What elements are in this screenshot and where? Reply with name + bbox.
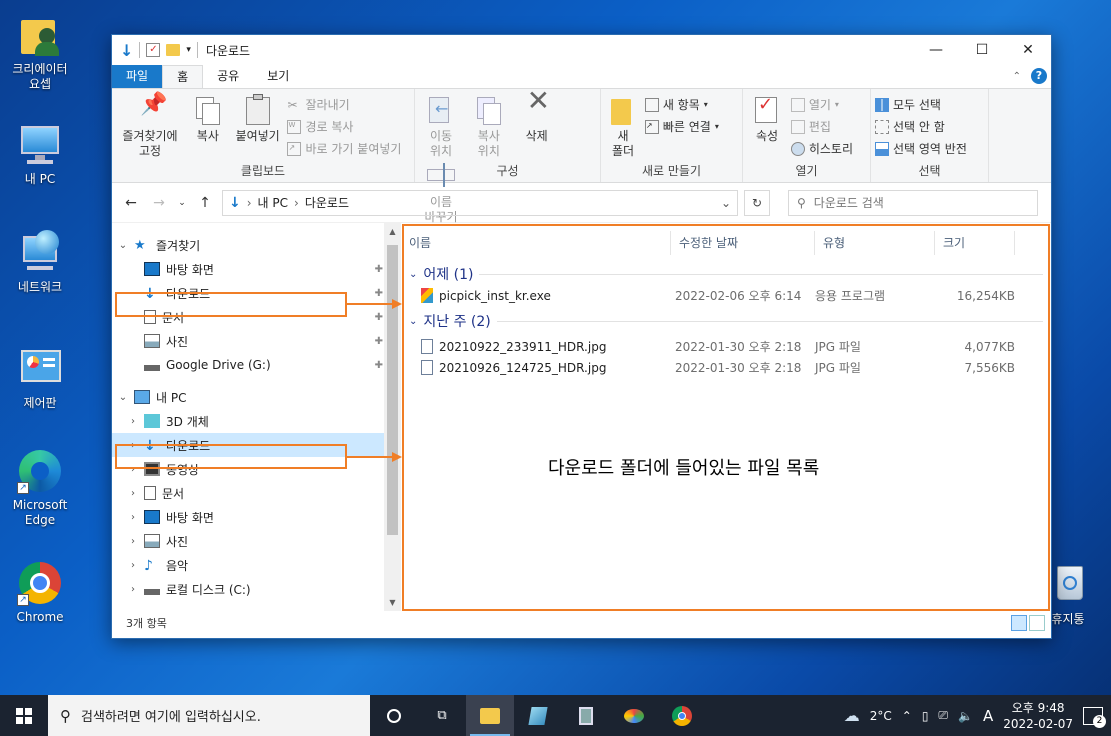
chrome-icon [672, 705, 692, 726]
volume-icon[interactable]: 🔈 [958, 709, 973, 723]
weather-temp[interactable]: 2°C [870, 709, 892, 723]
battery-icon[interactable]: ▯ [922, 709, 929, 723]
annotation-text: 다운로드 폴더에 들어있는 파일 목록 [548, 458, 820, 479]
clock-time: 오후 9:48 [1011, 700, 1065, 715]
taskbar-file-explorer[interactable] [466, 695, 514, 736]
notification-count-badge: 2 [1093, 714, 1106, 728]
task-view-icon: ⧉ [437, 708, 447, 723]
taskbar-app-calculator[interactable] [562, 695, 610, 736]
taskbar-search-box[interactable]: ⚲ 검색하려면 여기에 입력하십시오. [48, 695, 370, 736]
system-tray: ☁ 2°C ⌃ ▯ ⎚ 🔈 A 오후 9:48 2022-02-07 2 [844, 700, 1111, 732]
taskbar-app-notepad[interactable] [514, 695, 562, 736]
taskbar: ⚲ 검색하려면 여기에 입력하십시오. ⧉ ☁ 2°C ⌃ ▯ ⎚ 🔈 A 오후… [0, 695, 1111, 736]
taskbar-app-paint[interactable] [610, 695, 658, 736]
notification-center-button[interactable]: 2 [1083, 706, 1106, 728]
arrow-head-upper [392, 299, 402, 309]
show-hidden-icons-chevron-icon[interactable]: ⌃ [902, 709, 912, 723]
windows-logo-icon [16, 707, 32, 724]
calculator-icon [579, 706, 593, 725]
ime-indicator[interactable]: A [983, 707, 993, 725]
start-button[interactable] [0, 695, 48, 736]
network-icon[interactable]: ⎚ [938, 708, 948, 723]
weather-cloud-icon[interactable]: ☁ [844, 706, 860, 725]
notepad-icon [528, 706, 548, 725]
taskbar-app-chrome[interactable] [658, 695, 706, 736]
arrow-head-lower [392, 452, 402, 462]
taskbar-search-placeholder: 검색하려면 여기에 입력하십시오. [81, 710, 261, 725]
cortana-button[interactable] [370, 695, 418, 736]
cortana-circle-icon [387, 708, 401, 723]
paint-icon [624, 708, 644, 723]
task-view-button[interactable]: ⧉ [418, 695, 466, 736]
search-icon: ⚲ [60, 706, 71, 725]
clock[interactable]: 오후 9:48 2022-02-07 [1003, 700, 1073, 732]
folder-icon [480, 707, 500, 724]
clock-date: 2022-02-07 [1003, 716, 1073, 731]
annotation-arrows [347, 299, 402, 462]
